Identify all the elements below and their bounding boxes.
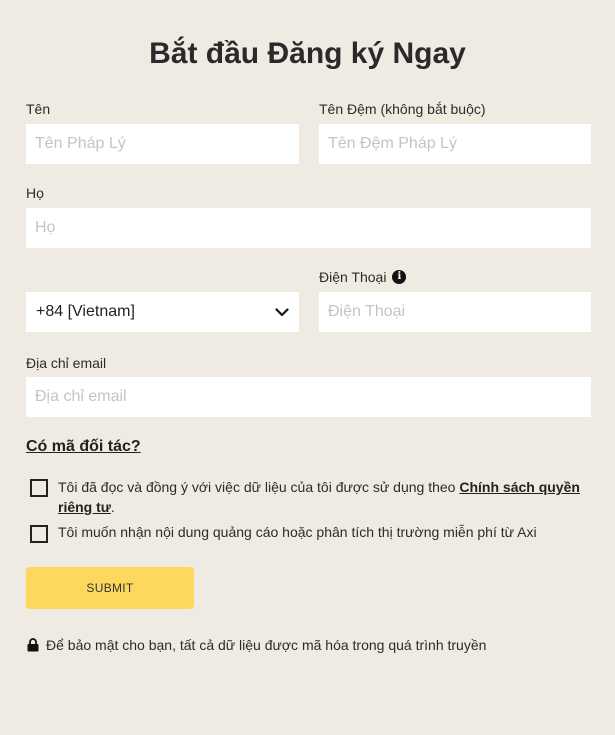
middle-name-label-text: Tên Đệm (không bắt buộc) [319, 101, 486, 117]
email-input[interactable] [26, 377, 591, 417]
last-name-input[interactable] [26, 208, 591, 248]
phone-input[interactable] [319, 292, 591, 332]
email-label: Địa chỉ email [26, 354, 106, 372]
phone-label: Điện Thoại i [319, 268, 407, 286]
last-name-label-text: Họ [26, 185, 44, 201]
first-name-label: Tên [26, 100, 50, 118]
privacy-consent-checkbox[interactable] [30, 479, 48, 497]
email-label-text: Địa chỉ email [26, 355, 107, 371]
security-note-text: Để bảo mật cho bạn, tất cả dữ liệu được … [46, 637, 487, 653]
first-name-label-text: Tên [26, 101, 51, 117]
page-title: Bắt đầu Đăng ký Ngay [149, 37, 466, 70]
lock-icon [27, 638, 39, 652]
marketing-opt-in-checkbox[interactable] [30, 525, 48, 543]
partner-code-link[interactable]: Có mã đối tác? [26, 437, 141, 457]
phone-label-text: Điện Thoại [319, 269, 387, 285]
security-note: Để bảo mật cho bạn, tất cả dữ liệu được … [27, 636, 486, 654]
submit-button[interactable]: SUBMIT [26, 567, 194, 609]
privacy-consent-text: Tôi đã đọc và đồng ý với việc dữ liệu củ… [58, 477, 593, 517]
middle-name-input[interactable] [319, 124, 591, 164]
last-name-label: Họ [26, 184, 44, 202]
privacy-consent-suffix: . [110, 499, 115, 515]
marketing-opt-in-text: Tôi muốn nhận nội dung quảng cáo hoặc ph… [58, 524, 537, 540]
chevron-down-icon [275, 307, 289, 317]
middle-name-label: Tên Đệm (không bắt buộc) [319, 100, 486, 118]
privacy-consent-label: Tôi đã đọc và đồng ý với việc dữ liệu củ… [58, 479, 460, 495]
first-name-input[interactable] [26, 124, 299, 164]
country-code-select[interactable]: +84 [Vietnam] [26, 292, 299, 332]
country-code-value: +84 [Vietnam] [36, 303, 135, 320]
info-icon[interactable]: i [392, 270, 407, 284]
